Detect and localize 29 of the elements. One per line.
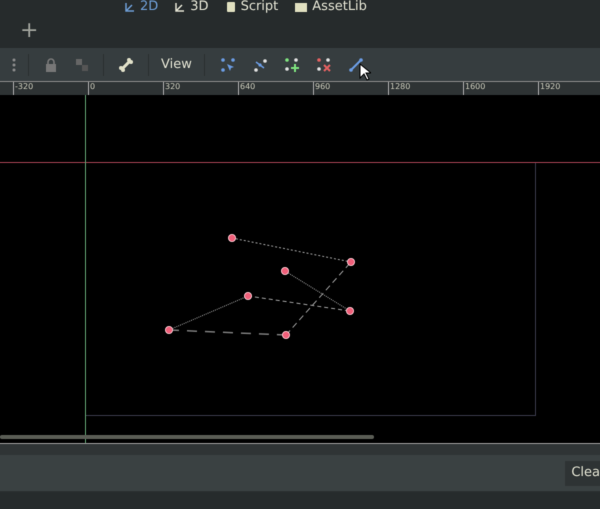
ruler-label: 1280 (390, 82, 412, 92)
editor-tab[interactable]: AssetLib (294, 0, 367, 14)
editor-tab[interactable]: 3D (174, 0, 209, 14)
ruler-label: 960 (315, 82, 332, 92)
arrows-icon (124, 1, 136, 13)
scroll-icon (224, 1, 237, 13)
bone-icon[interactable] (118, 56, 134, 72)
clear-button[interactable]: Clea (565, 460, 600, 486)
close-curve-icon[interactable] (348, 58, 363, 72)
folder-icon (294, 1, 308, 13)
more-options-icon[interactable] (12, 58, 16, 72)
add-point-icon[interactable] (284, 58, 299, 72)
delete-point-icon[interactable] (316, 58, 331, 72)
mouse-cursor-icon (358, 62, 371, 80)
ruler-label: 320 (165, 82, 182, 92)
view-menu[interactable]: View (161, 54, 192, 74)
arrows-icon (174, 1, 186, 13)
select-points-icon[interactable] (220, 58, 235, 72)
edit-curve-icon[interactable] (252, 58, 267, 72)
editor-tab[interactable]: Script (224, 0, 278, 14)
add-tab-button[interactable]: + (20, 20, 38, 42)
ruler-label: 0 (90, 82, 96, 92)
ruler-label: -320 (15, 82, 34, 92)
horizontal-scrollbar[interactable] (0, 435, 374, 439)
editor-tab[interactable]: 2D (124, 0, 158, 14)
ruler-label: 1920 (540, 82, 562, 92)
ruler-label: 640 (240, 82, 256, 92)
lock-icon[interactable] (45, 58, 57, 72)
ruler-label: 1600 (465, 82, 486, 92)
